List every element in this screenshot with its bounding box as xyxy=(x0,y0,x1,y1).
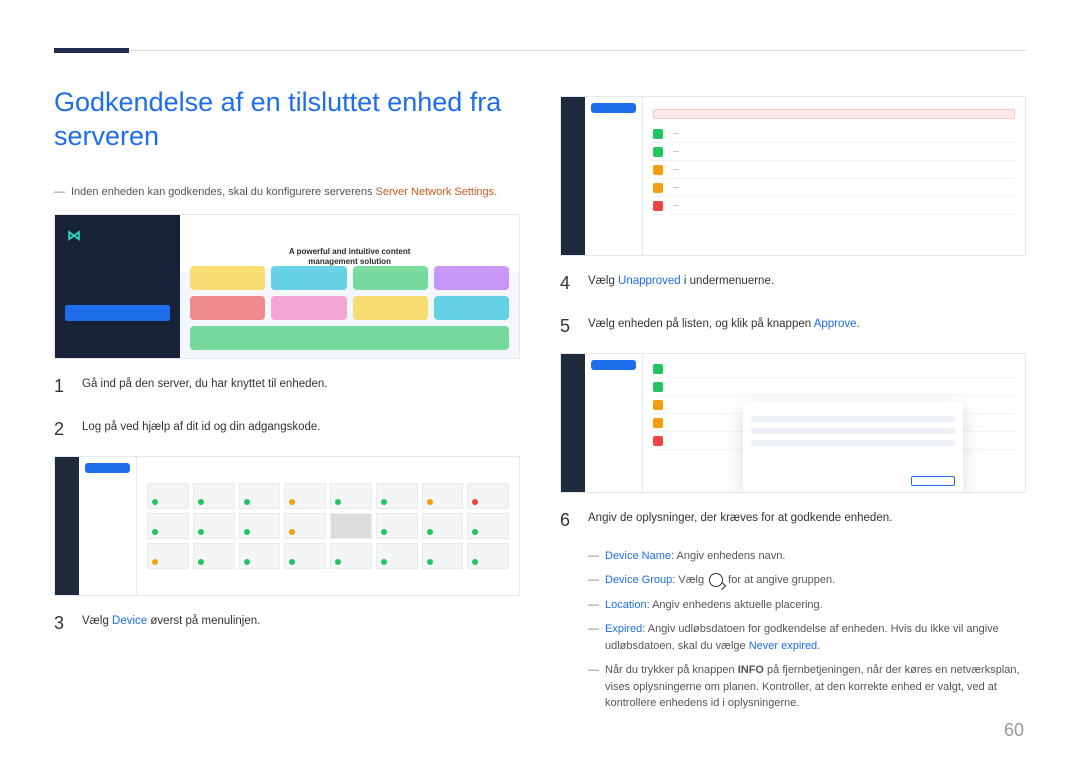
label: Expired xyxy=(605,623,642,635)
bullet-text: Expired: Angiv udløbsdatoen for godkende… xyxy=(605,621,1026,654)
approve-link: Approve xyxy=(814,318,857,330)
step-4: 4 Vælg Unapproved i undermenuerne. xyxy=(560,268,1026,299)
intro-suffix: . xyxy=(494,186,497,198)
info-button-label: INFO xyxy=(738,664,764,676)
text: Vælg xyxy=(82,615,112,627)
server-settings-link: Server Network Settings xyxy=(376,186,495,198)
text: : Angiv enhedens aktuelle placering. xyxy=(647,599,823,611)
step-text: Gå ind på den server, du har knyttet til… xyxy=(82,371,520,402)
detail-bullets: ― Device Name: Angiv enhedens navn. ― De… xyxy=(588,548,1026,712)
text: Når du trykker på knappen xyxy=(605,664,738,676)
list-main-2 xyxy=(643,354,1025,492)
bullet-text: Device Group: Vælg for at angive gruppen… xyxy=(605,572,835,589)
right-column: — — — — — 4 Vælg Unapproved i undermenue… xyxy=(560,86,1026,723)
alert-banner xyxy=(653,109,1015,119)
never-expired-link: Never expired xyxy=(749,640,817,652)
list-main: — — — — — xyxy=(643,97,1025,255)
dash-icon: ― xyxy=(588,621,599,654)
step-text: Vælg Unapproved i undermenuerne. xyxy=(588,268,1026,299)
hero-cards xyxy=(190,266,509,350)
dash-icon: ― xyxy=(588,662,599,712)
dash-icon: ― xyxy=(588,548,599,565)
text: : Angiv enhedens navn. xyxy=(671,550,785,562)
nav-chip-selected xyxy=(85,463,130,473)
logo-icon: ⋈ xyxy=(67,227,180,244)
search-icon xyxy=(709,573,723,587)
step-text: Log på ved hjælp af dit id og din adgang… xyxy=(82,414,520,445)
step-number: 2 xyxy=(54,414,68,445)
dash-icon: ― xyxy=(588,572,599,589)
screenshot-device-grid xyxy=(54,456,520,596)
bullet-device-group: ― Device Group: Vælg for at angive grupp… xyxy=(588,572,1026,589)
bullet-text: Device Name: Angiv enhedens navn. xyxy=(605,548,785,565)
nav-rail xyxy=(561,97,585,255)
device-grid xyxy=(137,457,519,595)
login-sidebar: ⋈ xyxy=(55,215,180,358)
login-main: A powerful and intuitive content managem… xyxy=(180,215,519,358)
page-number: 60 xyxy=(1004,720,1024,741)
hero-line1: A powerful and intuitive content xyxy=(180,247,519,257)
step-text: Vælg enheden på listen, og klik på knapp… xyxy=(588,311,1026,342)
text: øverst på menulinjen. xyxy=(147,615,260,627)
sub-nav xyxy=(585,354,643,492)
step-number: 6 xyxy=(560,505,574,536)
left-column: Godkendelse af en tilsluttet enhed fra s… xyxy=(54,86,520,723)
text: for at angive gruppen. xyxy=(725,574,835,586)
label: Device Name xyxy=(605,550,671,562)
sub-nav xyxy=(585,97,643,255)
intro-text: Inden enheden kan godkendes, skal du kon… xyxy=(71,184,497,201)
step-text: Vælg Device øverst på menulinjen. xyxy=(82,608,520,639)
step-number: 5 xyxy=(560,311,574,342)
hero-line2: management solution xyxy=(180,257,519,267)
page-body: Godkendelse af en tilsluttet enhed fra s… xyxy=(54,86,1026,723)
bullet-info: ― Når du trykker på knappen INFO på fjer… xyxy=(588,662,1026,712)
header-rule xyxy=(54,50,1026,51)
step-3: 3 Vælg Device øverst på menulinjen. xyxy=(54,608,520,639)
approve-modal xyxy=(743,402,963,492)
bullet-text: Når du trykker på knappen INFO på fjernb… xyxy=(605,662,1026,712)
label: Location xyxy=(605,599,647,611)
login-button xyxy=(65,305,170,321)
text: Vælg enheden på listen, og klik på knapp… xyxy=(588,318,814,330)
dash-icon: ― xyxy=(54,184,65,201)
bullet-location: ― Location: Angiv enhedens aktuelle plac… xyxy=(588,597,1026,614)
step-number: 1 xyxy=(54,371,68,402)
step-2: 2 Log på ved hjælp af dit id og din adga… xyxy=(54,414,520,445)
step-text: Angiv de oplysninger, der kræves for at … xyxy=(588,505,1026,536)
nav-rail xyxy=(561,354,585,492)
intro-prefix: Inden enheden kan godkendes, skal du kon… xyxy=(71,186,376,198)
step-number: 3 xyxy=(54,608,68,639)
nav-rail xyxy=(55,457,79,595)
modal-ok-button xyxy=(911,476,955,486)
label: Device Group xyxy=(605,574,672,586)
login-hero-text: A powerful and intuitive content managem… xyxy=(180,247,519,266)
screenshot-unapproved-list: — — — — — xyxy=(560,96,1026,256)
text: . xyxy=(817,640,820,652)
text: : Vælg xyxy=(672,574,707,586)
step-number: 4 xyxy=(560,268,574,299)
step-1: 1 Gå ind på den server, du har knyttet t… xyxy=(54,371,520,402)
page-title: Godkendelse af en tilsluttet enhed fra s… xyxy=(54,86,520,154)
text: Vælg xyxy=(588,275,618,287)
screenshot-login: ⋈ A powerful and intuitive content manag… xyxy=(54,214,520,359)
step-6: 6 Angiv de oplysninger, der kræves for a… xyxy=(560,505,1026,536)
dash-icon: ― xyxy=(588,597,599,614)
bullet-text: Location: Angiv enhedens aktuelle placer… xyxy=(605,597,823,614)
bullet-device-name: ― Device Name: Angiv enhedens navn. xyxy=(588,548,1026,565)
step-5: 5 Vælg enheden på listen, og klik på kna… xyxy=(560,311,1026,342)
sub-nav xyxy=(79,457,137,595)
unapproved-link: Unapproved xyxy=(618,275,681,287)
text: . xyxy=(857,318,860,330)
bullet-expired: ― Expired: Angiv udløbsdatoen for godken… xyxy=(588,621,1026,654)
text: i undermenuerne. xyxy=(681,275,774,287)
header-accent xyxy=(54,48,129,53)
intro-note: ― Inden enheden kan godkendes, skal du k… xyxy=(54,184,520,201)
screenshot-approve-dialog xyxy=(560,353,1026,493)
device-link: Device xyxy=(112,615,147,627)
